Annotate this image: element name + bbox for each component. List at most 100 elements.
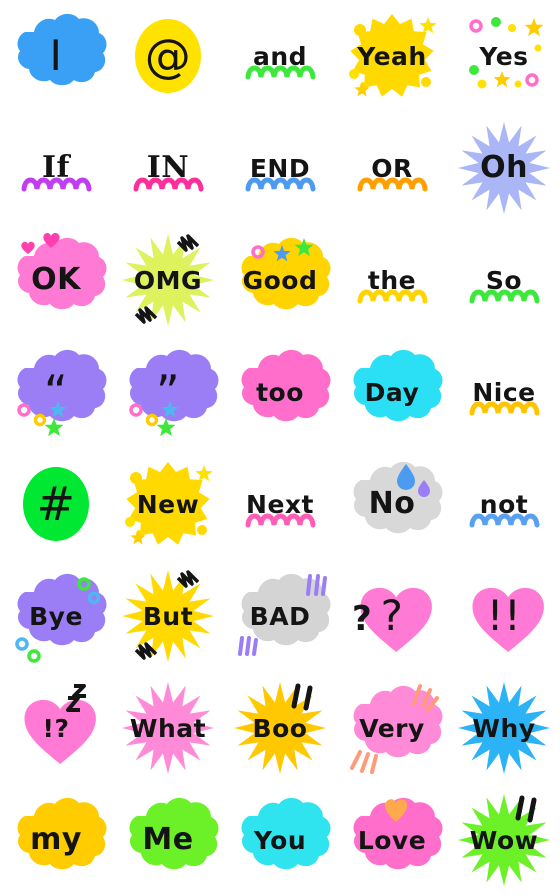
zigzag-icon bbox=[176, 570, 200, 588]
sticker-cell-quote-open[interactable]: “ bbox=[0, 336, 112, 448]
heart-icon bbox=[21, 241, 35, 254]
sticker-label-at: @ bbox=[144, 29, 192, 83]
sticker-label-omg: OMG bbox=[133, 265, 203, 295]
sticker-cell-at[interactable]: @ bbox=[112, 0, 224, 112]
sticker-label-end: END bbox=[249, 153, 311, 183]
sticker-label-question: ? bbox=[380, 591, 404, 640]
sticker-cell-the[interactable]: the bbox=[336, 224, 448, 336]
sticker-art-what: What bbox=[116, 676, 220, 780]
green-star-icon bbox=[156, 418, 176, 437]
sticker-art-end: END bbox=[228, 116, 332, 220]
sticker-art-bye: Bye bbox=[4, 564, 108, 668]
sticker-cell-very[interactable]: Very bbox=[336, 672, 448, 784]
zigzag-icon bbox=[134, 642, 158, 660]
sticker-cell-love[interactable]: Love bbox=[336, 784, 448, 896]
sticker-cell-but[interactable]: But bbox=[112, 560, 224, 672]
yellow-dot-icon bbox=[477, 79, 487, 89]
sticker-cell-bad[interactable]: BAD bbox=[224, 560, 336, 672]
sticker-label-new: New bbox=[136, 489, 200, 519]
sticker-label-bad: BAD bbox=[249, 601, 311, 631]
sticker-art-nice: Nice bbox=[452, 340, 556, 444]
sticker-cell-exclaim[interactable]: !! bbox=[448, 560, 560, 672]
sticker-label-so: So bbox=[485, 265, 523, 295]
sticker-label-nice: Nice bbox=[472, 377, 536, 407]
green-star-icon bbox=[44, 418, 64, 437]
pink-ring-icon bbox=[17, 403, 31, 417]
sticker-cell-me[interactable]: Me bbox=[112, 784, 224, 896]
spark-icon bbox=[130, 530, 146, 545]
sticker-label-interrobang: !? bbox=[42, 713, 70, 743]
sticker-cell-and[interactable]: and bbox=[224, 0, 336, 112]
green-ring-icon bbox=[77, 577, 91, 591]
sticker-cell-no[interactable]: No bbox=[336, 448, 448, 560]
sticker-cell-so[interactable]: So bbox=[448, 224, 560, 336]
sticker-label-yeah: Yeah bbox=[357, 41, 427, 71]
sticker-cell-hash[interactable]: # bbox=[0, 448, 112, 560]
sticker-cell-ok[interactable]: OK bbox=[0, 224, 112, 336]
sticker-cell-end[interactable]: END bbox=[224, 112, 336, 224]
sticker-label-what: What bbox=[129, 713, 207, 743]
zigzag-icon bbox=[66, 696, 80, 712]
sticker-art-or: OR bbox=[340, 116, 444, 220]
sticker-art-love: Love bbox=[340, 788, 444, 892]
pink-ring-icon bbox=[129, 403, 143, 417]
sticker-cell-yes[interactable]: Yes bbox=[448, 0, 560, 112]
sticker-cell-in[interactable]: IN bbox=[112, 112, 224, 224]
sticker-art-yeah: Yeah bbox=[340, 4, 444, 108]
sticker-label-and: and bbox=[252, 41, 308, 71]
sticker-cell-bye[interactable]: Bye bbox=[0, 560, 112, 672]
sticker-cell-interrobang[interactable]: !? bbox=[0, 672, 112, 784]
star-icon bbox=[524, 18, 544, 37]
sticker-cell-quote-close[interactable]: ” bbox=[112, 336, 224, 448]
green-dot-icon bbox=[491, 17, 501, 27]
zigzag-icon bbox=[134, 306, 158, 324]
sticker-art-me: Me bbox=[116, 788, 220, 892]
sticker-cell-my[interactable]: my bbox=[0, 784, 112, 896]
sticker-cell-next[interactable]: Next bbox=[224, 448, 336, 560]
sticker-art-and: and bbox=[228, 4, 332, 108]
sticker-cell-or[interactable]: OR bbox=[336, 112, 448, 224]
sticker-cell-oh[interactable]: Oh bbox=[448, 112, 560, 224]
sticker-label-hash: # bbox=[36, 477, 76, 531]
green-star-icon bbox=[294, 238, 314, 257]
sticker-label-next: Next bbox=[246, 489, 314, 519]
droplet-icon bbox=[418, 480, 430, 497]
sticker-cell-yeah[interactable]: Yeah bbox=[336, 0, 448, 112]
sticker-label-quote-open: “ bbox=[43, 365, 69, 419]
sticker-cell-new[interactable]: New bbox=[112, 448, 224, 560]
sticker-art-yes: Yes bbox=[452, 4, 556, 108]
yellow-dot-icon bbox=[349, 69, 359, 79]
sticker-cell-question[interactable]: ?? bbox=[336, 560, 448, 672]
sticker-cell-good[interactable]: Good bbox=[224, 224, 336, 336]
sticker-cell-wow[interactable]: Wow bbox=[448, 784, 560, 896]
sticker-cell-what[interactable]: What bbox=[112, 672, 224, 784]
sticker-art-the: the bbox=[340, 228, 444, 332]
yellow-dot-icon bbox=[514, 80, 522, 88]
sticker-label-no: No bbox=[368, 486, 416, 521]
sticker-cell-you[interactable]: You bbox=[224, 784, 336, 896]
sticker-cell-too[interactable]: too bbox=[224, 336, 336, 448]
sticker-cell-why[interactable]: Why bbox=[448, 672, 560, 784]
sticker-art-if: If bbox=[4, 116, 108, 220]
sticker-cell-nice[interactable]: Nice bbox=[448, 336, 560, 448]
sticker-art-wow: Wow bbox=[452, 788, 556, 892]
spark-icon bbox=[419, 17, 437, 34]
sticker-art-my: my bbox=[4, 788, 108, 892]
sticker-cell-i[interactable]: I bbox=[0, 0, 112, 112]
sticker-cell-day[interactable]: Day bbox=[336, 336, 448, 448]
sticker-art-ok: OK bbox=[4, 228, 108, 332]
sticker-cell-not[interactable]: not bbox=[448, 448, 560, 560]
sticker-label-too: too bbox=[256, 377, 304, 407]
sticker-cell-omg[interactable]: OMG bbox=[112, 224, 224, 336]
pink-ring-icon bbox=[251, 245, 265, 259]
sticker-cell-boo[interactable]: Boo bbox=[224, 672, 336, 784]
sticker-art-bad: BAD bbox=[228, 564, 332, 668]
zigzag-icon bbox=[72, 684, 86, 698]
sticker-cell-if[interactable]: If bbox=[0, 112, 112, 224]
yellow-dot-icon bbox=[508, 24, 516, 32]
sticker-label-yes: Yes bbox=[479, 41, 529, 71]
sticker-art-quote-open: “ bbox=[4, 340, 108, 444]
sticker-label-bye: Bye bbox=[29, 601, 83, 631]
blue-ring-icon bbox=[15, 637, 29, 651]
sticker-label-ok: OK bbox=[31, 262, 81, 297]
